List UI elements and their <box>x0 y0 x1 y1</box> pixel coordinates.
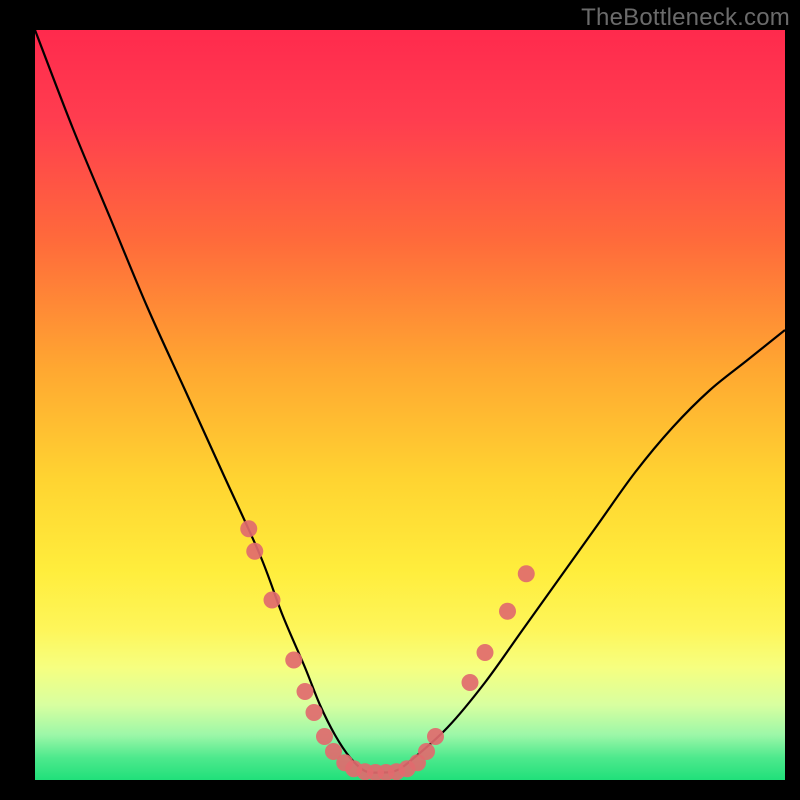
curve-svg <box>35 30 785 780</box>
data-marker <box>240 520 257 537</box>
data-marker <box>316 728 333 745</box>
data-marker <box>477 644 494 661</box>
marker-group <box>240 520 535 780</box>
data-marker <box>518 565 535 582</box>
data-marker <box>427 728 444 745</box>
data-marker <box>297 683 314 700</box>
data-marker <box>285 652 302 669</box>
data-marker <box>246 543 263 560</box>
data-marker <box>306 704 323 721</box>
data-marker <box>264 592 281 609</box>
bottleneck-curve <box>35 30 785 773</box>
data-marker <box>462 674 479 691</box>
watermark-text: TheBottleneck.com <box>581 4 790 32</box>
data-marker <box>499 603 516 620</box>
chart-container: TheBottleneck.com <box>0 0 800 800</box>
data-marker <box>418 743 435 760</box>
plot-area <box>35 30 785 780</box>
